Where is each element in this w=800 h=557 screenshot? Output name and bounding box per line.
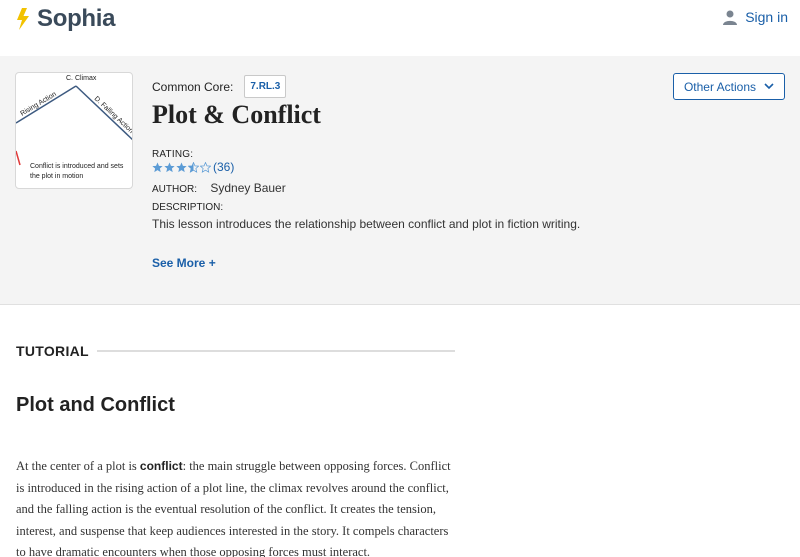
- star-full-icon: [176, 161, 187, 172]
- divider: [96, 350, 455, 352]
- other-actions-label: Other Actions: [683, 79, 757, 94]
- common-core-tag[interactable]: 7.RL.3: [244, 75, 287, 98]
- rating-stars[interactable]: (36): [152, 160, 234, 174]
- thumbnail-caption: Conflict is introduced and sets the plot…: [30, 163, 124, 180]
- paragraph-text: At the center of a plot is: [16, 459, 140, 473]
- sign-in-link[interactable]: Sign in: [723, 9, 788, 25]
- sophia-logo-icon: [17, 8, 29, 30]
- sophia-logo[interactable]: Sophia: [11, 5, 116, 33]
- lesson-header: Rising Action D. Falling Action C. Clima…: [0, 56, 800, 305]
- person-icon: [723, 10, 738, 25]
- author-label: AUTHOR:: [152, 184, 197, 195]
- star-full-icon: [164, 161, 175, 172]
- keyword-conflict: conflict: [139, 459, 183, 473]
- author-row: AUTHOR: Sydney Bauer: [152, 181, 286, 195]
- tutorial-header: TUTORIAL: [16, 343, 455, 359]
- tutorial-label: TUTORIAL: [16, 343, 89, 359]
- rating-label: RATING:: [152, 149, 194, 160]
- other-actions-button[interactable]: Other Actions: [673, 73, 785, 100]
- section-title: Plot and Conflict: [16, 394, 175, 416]
- sign-in-label: Sign in: [745, 9, 788, 25]
- falling-action-label: D. Falling Action: [93, 95, 133, 135]
- brand-name: Sophia: [37, 5, 116, 32]
- paragraph-text: : the main struggle between opposing for…: [16, 459, 451, 557]
- description-text: This lesson introduces the relationship …: [152, 217, 581, 231]
- common-core-label: Common Core:: [152, 79, 234, 94]
- star-full-icon: [152, 161, 163, 172]
- rating-count[interactable]: (36): [213, 160, 234, 174]
- top-nav: Sophia Sign in: [0, 0, 800, 56]
- description-label: DESCRIPTION:: [152, 202, 224, 213]
- common-core-row: Common Core: 7.RL.3: [152, 75, 287, 98]
- star-half-icon: [188, 161, 199, 173]
- star-empty-icon: [200, 161, 211, 173]
- climax-label: C. Climax: [66, 75, 97, 82]
- chevron-down-icon: [764, 83, 774, 90]
- see-more-link[interactable]: See More +: [152, 256, 216, 270]
- rising-action-label: Rising Action: [19, 91, 57, 118]
- body-paragraph: At the center of a plot is conflict: the…: [16, 456, 456, 557]
- lesson-thumbnail[interactable]: Rising Action D. Falling Action C. Clima…: [15, 72, 133, 189]
- author-name: Sydney Bauer: [210, 181, 286, 195]
- page-title: Plot & Conflict: [152, 100, 321, 129]
